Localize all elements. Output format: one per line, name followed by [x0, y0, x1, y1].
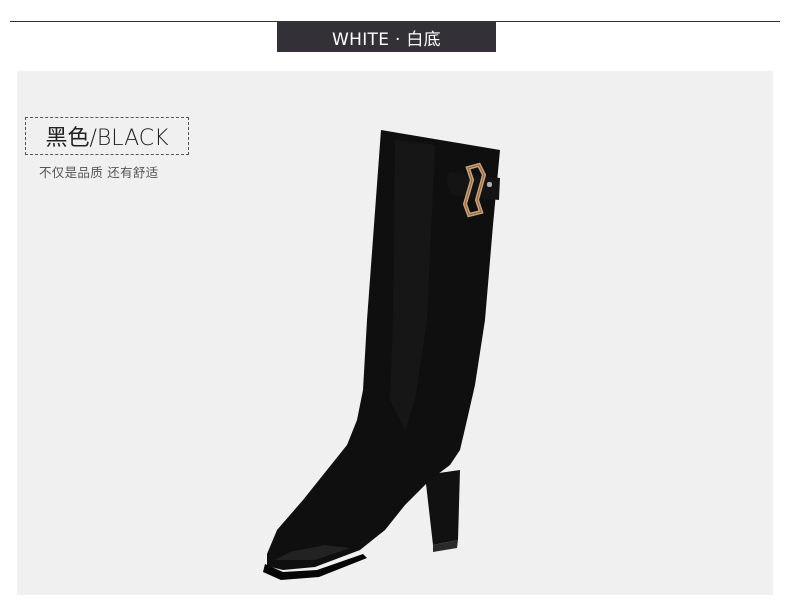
boot-product-image — [263, 130, 500, 580]
product-tagline: 不仅是品质 还有舒适 — [39, 165, 159, 180]
color-variant-label: 黑色/BLACK — [25, 117, 189, 155]
section-banner: WHITE · 白底 — [277, 22, 496, 52]
